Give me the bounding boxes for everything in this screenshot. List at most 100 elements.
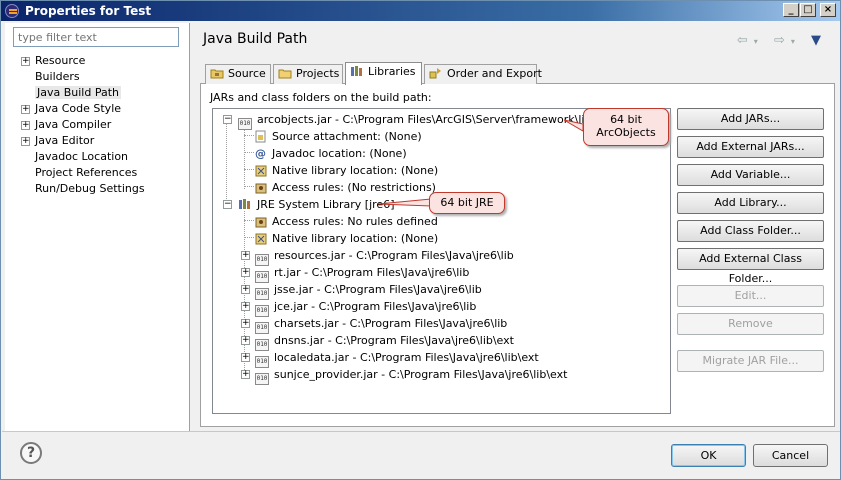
tab-source[interactable]: Source (205, 64, 271, 84)
jars-section-label: JARs and class folders on the build path… (210, 91, 432, 104)
tree-item-jar[interactable]: +010 dnsns.jar - C:\Program Files\Java\jr… (237, 332, 514, 351)
tree-item-arcobjects[interactable]: − 010 arcobjects.jar - C:\Program Files\A… (217, 111, 591, 130)
nav-item-project-references[interactable]: Project References (5, 165, 190, 181)
tab-order-and-export[interactable]: Order and Export (424, 64, 542, 84)
nav-item-java-build-path[interactable]: Java Build Path (5, 85, 190, 101)
tree-item-jre-access-rules[interactable]: Access rules: No rules defined (255, 213, 438, 230)
nav-item-label: Project References (35, 166, 138, 179)
tree-item-label: localedata.jar - C:\Program Files\Java\j… (274, 351, 539, 364)
cancel-button[interactable]: Cancel (753, 444, 828, 467)
add-class-folder-button[interactable]: Add Class Folder... (677, 220, 824, 242)
tree-item-jre-native-library[interactable]: Native library location: (None) (255, 230, 438, 247)
nav-item-run-debug-settings[interactable]: Run/Debug Settings (5, 181, 190, 197)
properties-dialog: Properties for Test _ □ × + Resource Bui… (0, 0, 841, 480)
tree-item-jar[interactable]: +010 localedata.jar - C:\Program Files\Ja… (237, 349, 539, 368)
tree-item-native-library[interactable]: Native library location: (None) (255, 162, 438, 179)
tree-item-label: jsse.jar - C:\Program Files\Java\jre6\li… (274, 283, 482, 296)
nav-item-label: Java Editor (35, 134, 95, 147)
nav-item-javadoc-location[interactable]: Javadoc Location (5, 149, 190, 165)
tree-item-jar[interactable]: +010 charsets.jar - C:\Program Files\Java… (237, 315, 508, 334)
tree-item-label: dnsns.jar - C:\Program Files\Java\jre6\l… (274, 334, 514, 347)
tree-connector (244, 220, 254, 221)
tree-item-jre-system-library[interactable]: − JRE System Library [jre6] (217, 196, 395, 213)
tree-item-javadoc-location[interactable]: @ Javadoc location: (None) (255, 145, 407, 162)
remove-button[interactable]: Remove (677, 313, 824, 335)
migrate-jar-button[interactable]: Migrate JAR File... (677, 350, 824, 372)
source-folder-icon (210, 69, 224, 79)
title-bar[interactable]: Properties for Test _ □ × (1, 1, 840, 21)
nav-item-label: Java Build Path (35, 86, 122, 99)
maximize-button[interactable]: □ (800, 3, 816, 17)
nav-item-resource[interactable]: + Resource (5, 53, 190, 69)
filter-input[interactable] (13, 27, 179, 47)
nav-item-label: Java Code Style (35, 102, 122, 115)
tree-item-label: Source attachment: (None) (272, 130, 422, 143)
access-rules-icon (255, 217, 267, 228)
tree-item-source-attachment[interactable]: Source attachment: (None) (255, 128, 422, 145)
tree-item-label: jce.jar - C:\Program Files\Java\jre6\lib (274, 300, 477, 313)
tree-item-jar[interactable]: +010 sunjce_provider.jar - C:\Program Fil… (237, 366, 567, 385)
tree-connector (226, 122, 227, 207)
expand-icon[interactable]: + (241, 370, 250, 379)
chevron-down-icon[interactable]: ▾ (791, 37, 801, 46)
tab-libraries[interactable]: Libraries (345, 62, 422, 85)
libraries-icon (239, 199, 250, 209)
nav-item-label: Resource (35, 54, 86, 67)
callout-arcobjects: 64 bit ArcObjects (583, 108, 669, 146)
tree-item-jar[interactable]: +010 resources.jar - C:\Program Files\Jav… (237, 247, 514, 266)
nav-item-java-compiler[interactable]: + Java Compiler (5, 117, 190, 133)
expand-icon[interactable]: + (241, 336, 250, 345)
nav-item-builders[interactable]: Builders (5, 69, 190, 85)
tree-connector (244, 186, 254, 187)
tree-connector (244, 237, 254, 238)
callout-text: ArcObjects (596, 126, 656, 139)
forward-arrow-icon[interactable]: ⇨ (774, 33, 791, 48)
nav-item-label: Javadoc Location (35, 150, 129, 163)
tab-projects[interactable]: Projects (273, 64, 343, 84)
expand-icon[interactable]: + (241, 251, 250, 260)
add-variable-button[interactable]: Add Variable... (677, 164, 824, 186)
tree-item-label: rt.jar - C:\Program Files\Java\jre6\lib (274, 266, 470, 279)
callout-jre-pointer (377, 198, 432, 207)
minimize-button[interactable]: _ (783, 3, 799, 17)
help-icon[interactable]: ? (20, 442, 42, 464)
jar-icon: 010 (255, 373, 269, 385)
expand-icon[interactable]: + (21, 57, 30, 66)
ok-button[interactable]: OK (671, 444, 746, 467)
close-button[interactable]: × (820, 3, 836, 17)
expand-icon[interactable]: + (21, 105, 30, 114)
chevron-down-icon[interactable]: ▾ (754, 37, 764, 46)
add-jars-button[interactable]: Add JARs... (677, 108, 824, 130)
add-external-jars-button[interactable]: Add External JARs... (677, 136, 824, 158)
expand-icon[interactable]: + (241, 285, 250, 294)
tree-item-jar[interactable]: +010 rt.jar - C:\Program Files\Java\jre6\… (237, 264, 470, 283)
expand-icon[interactable]: + (241, 268, 250, 277)
nav-item-java-editor[interactable]: + Java Editor (5, 133, 190, 149)
tab-label: Libraries (368, 65, 416, 78)
expand-icon[interactable]: + (21, 137, 30, 146)
tree-item-label: Javadoc location: (None) (272, 147, 407, 160)
tree-item-label: resources.jar - C:\Program Files\Java\jr… (274, 249, 514, 262)
expand-icon[interactable]: + (241, 353, 250, 362)
tree-item-jar[interactable]: +010 jce.jar - C:\Program Files\Java\jre6… (237, 298, 477, 317)
tree-item-label: JRE System Library [jre6] (257, 198, 395, 211)
tree-item-label: Native library location: (None) (272, 164, 439, 177)
back-arrow-icon[interactable]: ⇦ (737, 33, 754, 48)
expand-icon[interactable]: + (21, 121, 30, 130)
tree-item-jar[interactable]: +010 jsse.jar - C:\Program Files\Java\jre… (237, 281, 482, 300)
expand-icon[interactable]: + (241, 319, 250, 328)
tree-connector (244, 169, 254, 170)
nav-item-java-code-style[interactable]: + Java Code Style (5, 101, 190, 117)
collapse-icon[interactable]: − (223, 115, 232, 124)
edit-button[interactable]: Edit... (677, 285, 824, 307)
add-library-button[interactable]: Add Library... (677, 192, 824, 214)
tree-item-label: Access rules: No rules defined (272, 215, 438, 228)
window-title: Properties for Test (25, 4, 152, 18)
tree-item-label: charsets.jar - C:\Program Files\Java\jre… (274, 317, 508, 330)
view-menu-icon[interactable]: ▼ (811, 33, 827, 48)
collapse-icon[interactable]: − (223, 200, 232, 209)
native-library-icon (255, 233, 267, 245)
expand-icon[interactable]: + (241, 302, 250, 311)
nav-item-label: Run/Debug Settings (35, 182, 145, 195)
add-external-class-folder-button[interactable]: Add External Class Folder... (677, 248, 824, 285)
